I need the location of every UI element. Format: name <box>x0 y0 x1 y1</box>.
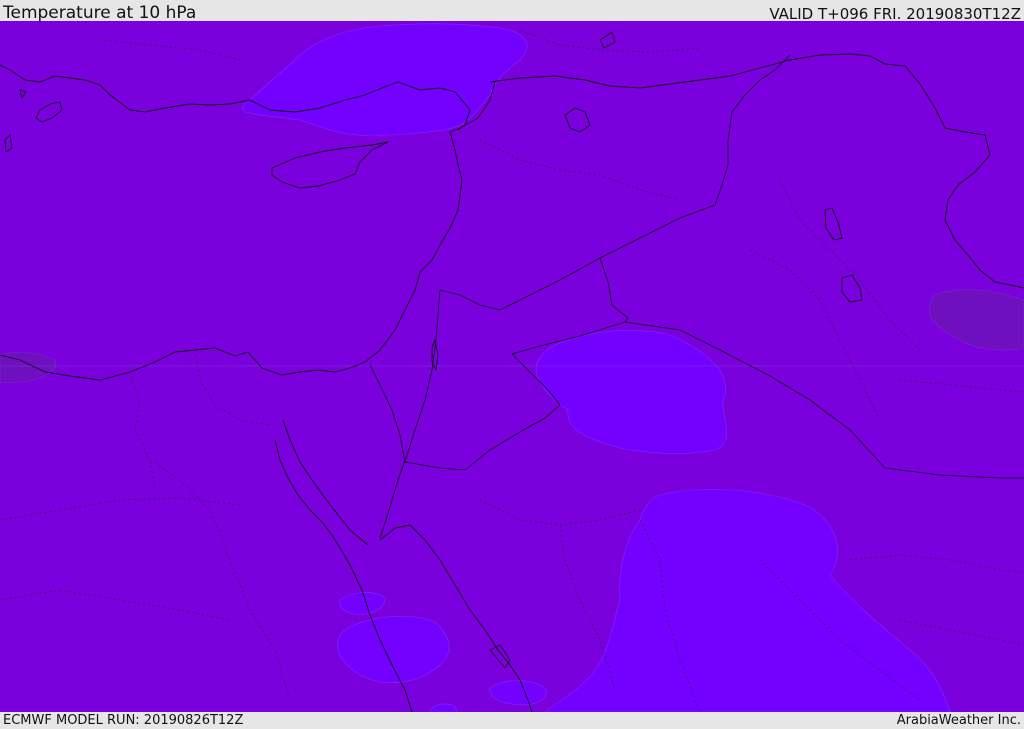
temperature-map <box>0 21 1024 712</box>
map-header: Temperature at 10 hPa VALID T+096 FRI. 2… <box>0 0 1024 23</box>
map-title: Temperature at 10 hPa <box>3 3 197 23</box>
credit-label: ArabiaWeather Inc. <box>896 713 1021 728</box>
map-canvas <box>0 21 1024 712</box>
model-run-label: ECMWF MODEL RUN: 20190826T12Z <box>3 713 244 728</box>
temperature-field-base <box>0 21 1024 712</box>
map-footer: ECMWF MODEL RUN: 20190826T12Z ArabiaWeat… <box>0 712 1024 729</box>
